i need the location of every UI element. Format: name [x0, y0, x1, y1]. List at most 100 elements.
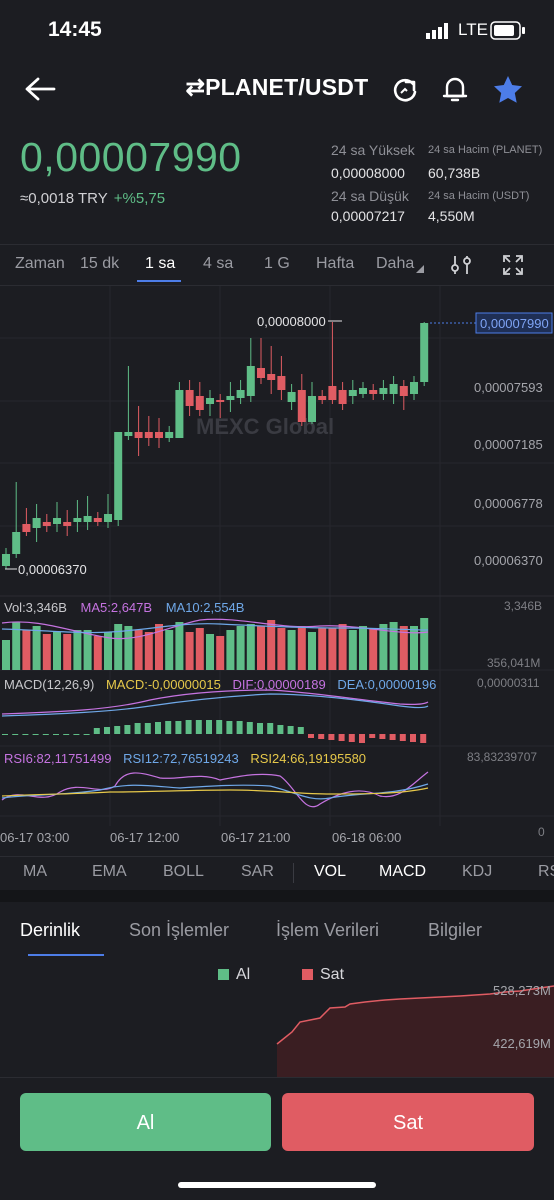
- candle-body: [53, 518, 61, 524]
- macd-bar: [155, 722, 161, 734]
- rsi6-line: [1, 771, 429, 808]
- ind-divider: [293, 863, 294, 883]
- vol-quote-label: 24 sa Hacim (USDT): [428, 190, 530, 202]
- ind-boll[interactable]: BOLL: [163, 863, 204, 881]
- x-label-3: 06-17 21:00: [221, 830, 290, 845]
- y-tick-4: 0,00006370: [474, 553, 543, 568]
- rsi-axis-bottom: 0: [538, 825, 545, 839]
- volume-bar: [359, 626, 367, 670]
- tf-week[interactable]: Hafta: [316, 255, 354, 273]
- candle-body: [389, 384, 398, 394]
- macd-bar: [104, 727, 110, 734]
- sell-button[interactable]: Sat: [282, 1093, 534, 1151]
- macd-axis: 0,00000311: [477, 676, 540, 690]
- macd-bar: [93, 728, 100, 734]
- tab-trade-data[interactable]: İşlem Verileri: [276, 920, 379, 941]
- home-indicator: [178, 1182, 376, 1188]
- ind-sar[interactable]: SAR: [241, 863, 274, 881]
- macd-bar: [12, 734, 19, 735]
- candle-body: [236, 390, 245, 398]
- ind-rsi[interactable]: RS: [538, 863, 554, 881]
- macd-bar: [410, 734, 416, 742]
- volume-bar: [22, 630, 31, 670]
- candle-body: [287, 392, 296, 402]
- ind-ma[interactable]: MA: [23, 863, 47, 881]
- tab-depth[interactable]: Derinlik: [20, 920, 80, 941]
- low-marker: 0,00006370: [18, 562, 87, 577]
- candle-body: [185, 390, 194, 406]
- candle-body: [114, 432, 123, 520]
- vol-legend-vol: Vol:3,346B: [4, 600, 67, 615]
- macd-bar: [318, 734, 325, 739]
- macd-bar: [206, 720, 212, 734]
- candle-body: [73, 518, 82, 522]
- fullscreen-icon[interactable]: [502, 254, 524, 276]
- candle-body: [348, 390, 357, 396]
- macd-bar: [359, 734, 365, 743]
- macd-bar: [42, 734, 49, 735]
- tf-1h[interactable]: 1 sa: [145, 255, 175, 273]
- macd-bar: [175, 721, 182, 734]
- vol-quote-value: 4,550M: [428, 208, 475, 224]
- tf-more[interactable]: Daha: [376, 255, 414, 273]
- candle-body: [134, 432, 143, 438]
- macd-bar: [379, 734, 386, 739]
- rsi6-legend: RSI6:82,11751499: [4, 751, 111, 766]
- candle-body: [155, 432, 163, 438]
- volume-bar: [165, 630, 174, 670]
- signal-icon: [426, 23, 448, 39]
- svg-text:Vol:3,346B MA5:2,647B: Vol:3,346B MA5:2,647B MA10:2,554B: [4, 600, 244, 615]
- volume-bar: [144, 632, 153, 670]
- x-label-4: 06-18 06:00: [332, 830, 401, 845]
- tf-1d[interactable]: 1 G: [264, 255, 290, 273]
- depth-chart[interactable]: 528,273M 422,619M: [0, 982, 554, 1078]
- candle-body: [206, 398, 214, 404]
- vol-legend-ma10: MA10:2,554B: [166, 600, 245, 615]
- macd-bar: [338, 734, 345, 741]
- candle-body: [246, 366, 255, 396]
- tab-info[interactable]: Bilgiler: [428, 920, 482, 941]
- fiat-price: ≈0,0018 TRY: [20, 190, 108, 207]
- y-tick-2: 0,00007185: [474, 437, 543, 452]
- candle-body: [83, 516, 92, 522]
- candle-body: [318, 396, 327, 400]
- tf-15m[interactable]: 15 dk: [80, 255, 119, 273]
- volume-bar: [175, 622, 184, 670]
- high-value: 0,00008000: [331, 165, 405, 181]
- price-change: +%5,75: [113, 190, 166, 207]
- tf-4h[interactable]: 4 sa: [203, 255, 233, 273]
- vol-base-label: 24 sa Hacim (PLANET): [428, 144, 543, 156]
- volume-bar: [216, 636, 225, 670]
- x-label-2: 06-17 12:00: [110, 830, 179, 845]
- volume-bar: [226, 630, 235, 670]
- ind-ema[interactable]: EMA: [92, 863, 127, 881]
- price-chart[interactable]: MEXC Global 0,00007990 0,00008000 0,0000…: [0, 286, 554, 854]
- rsi12-legend: RSI12:72,76519243: [123, 751, 239, 766]
- candle-body: [32, 518, 41, 528]
- network-type: LTE: [458, 20, 488, 39]
- candle-body: [308, 396, 316, 422]
- volume-bar: [246, 624, 255, 670]
- tf-active-underline: [137, 280, 181, 282]
- ind-macd[interactable]: MACD: [379, 863, 426, 881]
- tab-recent-trades[interactable]: Son İşlemler: [129, 920, 229, 941]
- pair-title[interactable]: ⇄PLANET/USDT: [0, 74, 554, 101]
- buy-button[interactable]: Al: [20, 1093, 271, 1151]
- y-tick-1: 0,00007593: [474, 380, 543, 395]
- vol-axis-bottom: 356,041M: [487, 656, 540, 670]
- ind-kdj[interactable]: KDJ: [462, 863, 492, 881]
- indicator-bar: MA EMA BOLL SAR VOL MACD KDJ RS: [0, 856, 554, 889]
- macd-bar: [236, 721, 243, 734]
- macd-bar: [32, 734, 39, 735]
- indicator-settings-icon[interactable]: [449, 253, 473, 277]
- volume-bar: [195, 628, 204, 670]
- vol-base-value: 60,738B: [428, 165, 481, 181]
- tf-time[interactable]: Zaman: [15, 255, 65, 273]
- ind-vol[interactable]: VOL: [314, 863, 346, 881]
- volume-bar: [308, 632, 316, 670]
- macd-bar: [257, 723, 263, 734]
- status-time: 14:45: [48, 18, 102, 41]
- candle-body: [63, 522, 72, 526]
- volume-bar: [236, 626, 245, 670]
- candle-body: [12, 532, 21, 554]
